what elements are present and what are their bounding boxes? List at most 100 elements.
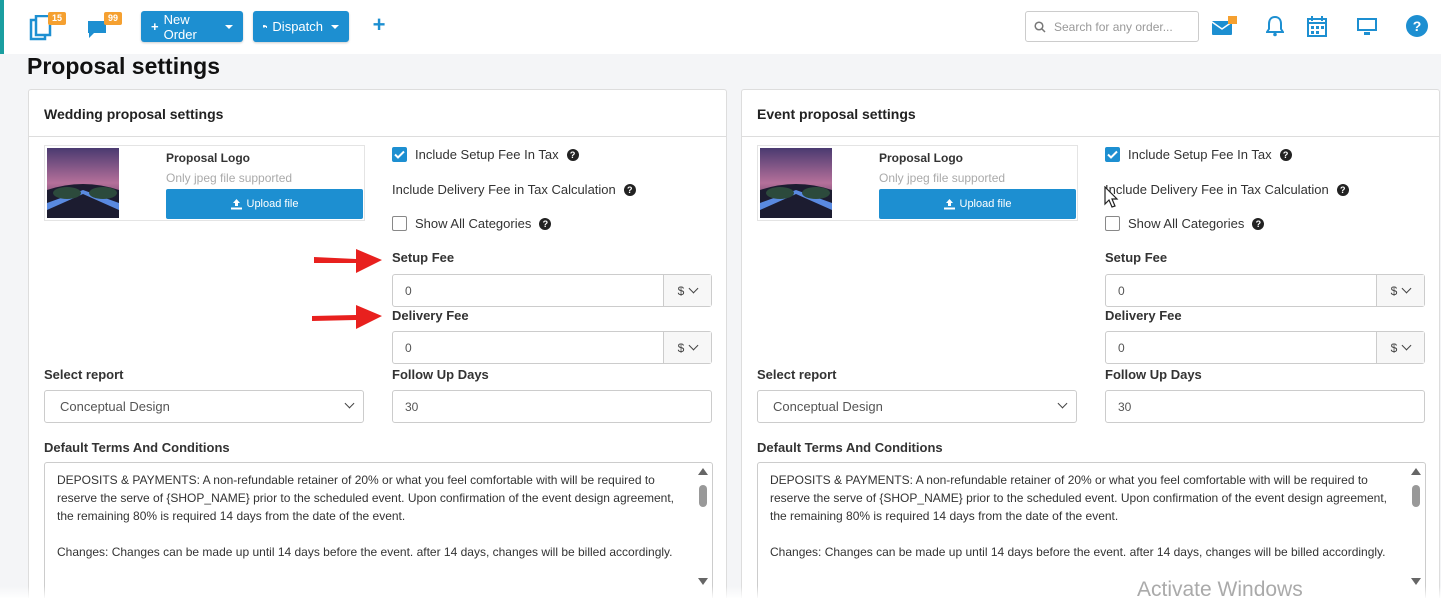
dispatch-label: Dispatch xyxy=(272,19,323,34)
logo-hint: Only jpeg file supported xyxy=(166,171,293,185)
chevron-down-icon xyxy=(688,340,699,351)
follow-up-days-value: 30 xyxy=(405,399,419,414)
delivery-fee-value: 0 xyxy=(405,340,412,355)
search-icon xyxy=(1034,20,1046,33)
terms-label: Default Terms And Conditions xyxy=(44,440,230,455)
plus-icon: + xyxy=(151,19,159,34)
select-report-label: Select report xyxy=(757,367,837,382)
include-delivery-fee-tax-row: Include Delivery Fee in Tax Calculation … xyxy=(392,182,636,197)
terms-label: Default Terms And Conditions xyxy=(757,440,943,455)
upload-icon xyxy=(230,198,242,209)
follow-up-days-label: Follow Up Days xyxy=(392,367,489,382)
select-report-value: Conceptual Design xyxy=(60,399,170,414)
chevron-down-icon xyxy=(688,283,699,294)
include-setup-fee-tax-checkbox[interactable] xyxy=(1105,147,1120,162)
delivery-fee-value: 0 xyxy=(1118,340,1125,355)
include-setup-fee-tax-row: Include Setup Fee In Tax ? xyxy=(1105,147,1292,162)
bell-icon[interactable] xyxy=(1264,14,1286,38)
calendar-icon[interactable] xyxy=(1306,14,1328,38)
question-icon[interactable]: ? xyxy=(1336,183,1349,196)
include-setup-fee-tax-label: Include Setup Fee In Tax xyxy=(415,147,559,162)
delivery-fee-unit-select[interactable]: $ xyxy=(1376,332,1424,363)
show-all-categories-checkbox[interactable] xyxy=(1105,216,1120,231)
upload-label: Upload file xyxy=(959,198,1012,210)
upload-file-button[interactable]: Upload file xyxy=(879,189,1076,219)
add-icon[interactable]: + xyxy=(370,12,388,37)
messages-icon[interactable]: 99 xyxy=(84,12,123,42)
include-delivery-fee-tax-label: Include Delivery Fee in Tax Calculation xyxy=(1105,182,1329,197)
mail-icon[interactable] xyxy=(1210,14,1240,38)
dispatch-button[interactable]: Dispatch xyxy=(253,11,349,42)
question-icon[interactable]: ? xyxy=(539,217,552,230)
messages-badge: 99 xyxy=(104,12,123,25)
caret-down-icon xyxy=(225,24,233,29)
page-title: Proposal settings xyxy=(27,53,220,79)
upload-file-button[interactable]: Upload file xyxy=(166,189,363,219)
search-input[interactable]: Search for any order... xyxy=(1025,11,1199,42)
setup-fee-input[interactable]: 0 $ xyxy=(392,274,712,307)
setup-fee-input[interactable]: 0 $ xyxy=(1105,274,1425,307)
delivery-fee-input[interactable]: 0 $ xyxy=(1105,331,1425,364)
show-all-categories-checkbox[interactable] xyxy=(392,216,407,231)
panel-title: Wedding proposal settings xyxy=(29,90,726,137)
truck-icon xyxy=(263,25,268,29)
terms-paragraph: Changes: Changes can be made up until 14… xyxy=(57,545,673,559)
include-setup-fee-tax-row: Include Setup Fee In Tax ? xyxy=(392,147,579,162)
delivery-fee-input[interactable]: 0 $ xyxy=(392,331,712,364)
chevron-down-icon xyxy=(1057,398,1068,409)
follow-up-days-value: 30 xyxy=(1118,399,1132,414)
upload-icon xyxy=(943,198,955,209)
setup-fee-unit-select[interactable]: $ xyxy=(1376,275,1424,306)
logo-title: Proposal Logo xyxy=(879,151,963,165)
question-icon[interactable]: ? xyxy=(623,183,636,196)
include-setup-fee-tax-label: Include Setup Fee In Tax xyxy=(1128,147,1272,162)
panel-title: Event proposal settings xyxy=(742,90,1439,137)
scrollbar[interactable] xyxy=(696,465,710,598)
orders-icon[interactable]: 15 xyxy=(28,12,67,42)
upload-label: Upload file xyxy=(246,198,299,210)
logo-title: Proposal Logo xyxy=(166,151,250,165)
question-icon[interactable]: ? xyxy=(1279,148,1292,161)
scrollbar[interactable] xyxy=(1409,465,1423,598)
wedding-proposal-panel: Wedding proposal settings Proposal Logo … xyxy=(28,89,727,598)
show-all-categories-row: Show All Categories ? xyxy=(392,216,552,231)
orders-badge: 15 xyxy=(48,12,67,25)
chevron-down-icon xyxy=(1401,340,1412,351)
red-arrow-icon xyxy=(312,305,382,329)
setup-fee-value: 0 xyxy=(1118,283,1125,298)
terms-paragraph: DEPOSITS & PAYMENTS: A non-refundable re… xyxy=(770,473,1388,523)
search-placeholder: Search for any order... xyxy=(1054,19,1173,34)
left-accent-strip xyxy=(0,0,4,54)
chevron-down-icon xyxy=(1401,283,1412,294)
delivery-fee-unit: $ xyxy=(677,340,685,355)
delivery-fee-unit-select[interactable]: $ xyxy=(663,332,711,363)
question-icon[interactable]: ? xyxy=(1252,217,1265,230)
follow-up-days-input[interactable]: 30 xyxy=(1105,390,1425,423)
help-icon[interactable]: ? xyxy=(1406,15,1428,37)
delivery-fee-label: Delivery Fee xyxy=(1105,308,1182,323)
activate-windows-watermark: Activate Windows xyxy=(1137,578,1303,598)
include-setup-fee-tax-checkbox[interactable] xyxy=(392,147,407,162)
terms-textarea[interactable]: DEPOSITS & PAYMENTS: A non-refundable re… xyxy=(757,462,1426,598)
terms-paragraph: DEPOSITS & PAYMENTS: A non-refundable re… xyxy=(57,473,675,523)
new-order-button[interactable]: + New Order xyxy=(141,11,243,42)
question-icon[interactable]: ? xyxy=(566,148,579,161)
new-order-label: New Order xyxy=(163,11,197,42)
show-all-categories-label: Show All Categories xyxy=(415,216,532,231)
select-report-value: Conceptual Design xyxy=(773,399,883,414)
select-report-dropdown[interactable]: Conceptual Design xyxy=(757,390,1077,423)
terms-textarea[interactable]: DEPOSITS & PAYMENTS: A non-refundable re… xyxy=(44,462,713,598)
follow-up-days-input[interactable]: 30 xyxy=(392,390,712,423)
follow-up-days-label: Follow Up Days xyxy=(1105,367,1202,382)
proposal-logo-box: Proposal Logo Only jpeg file supported U… xyxy=(44,145,365,221)
select-report-label: Select report xyxy=(44,367,124,382)
logo-preview-image xyxy=(47,148,119,218)
select-report-dropdown[interactable]: Conceptual Design xyxy=(44,390,364,423)
chevron-down-icon xyxy=(344,398,355,409)
delivery-fee-unit: $ xyxy=(1390,340,1398,355)
monitor-icon[interactable] xyxy=(1354,14,1380,38)
setup-fee-label: Setup Fee xyxy=(392,250,455,265)
show-all-categories-label: Show All Categories xyxy=(1128,216,1245,231)
setup-fee-unit-select[interactable]: $ xyxy=(663,275,711,306)
caret-down-icon xyxy=(331,24,339,29)
